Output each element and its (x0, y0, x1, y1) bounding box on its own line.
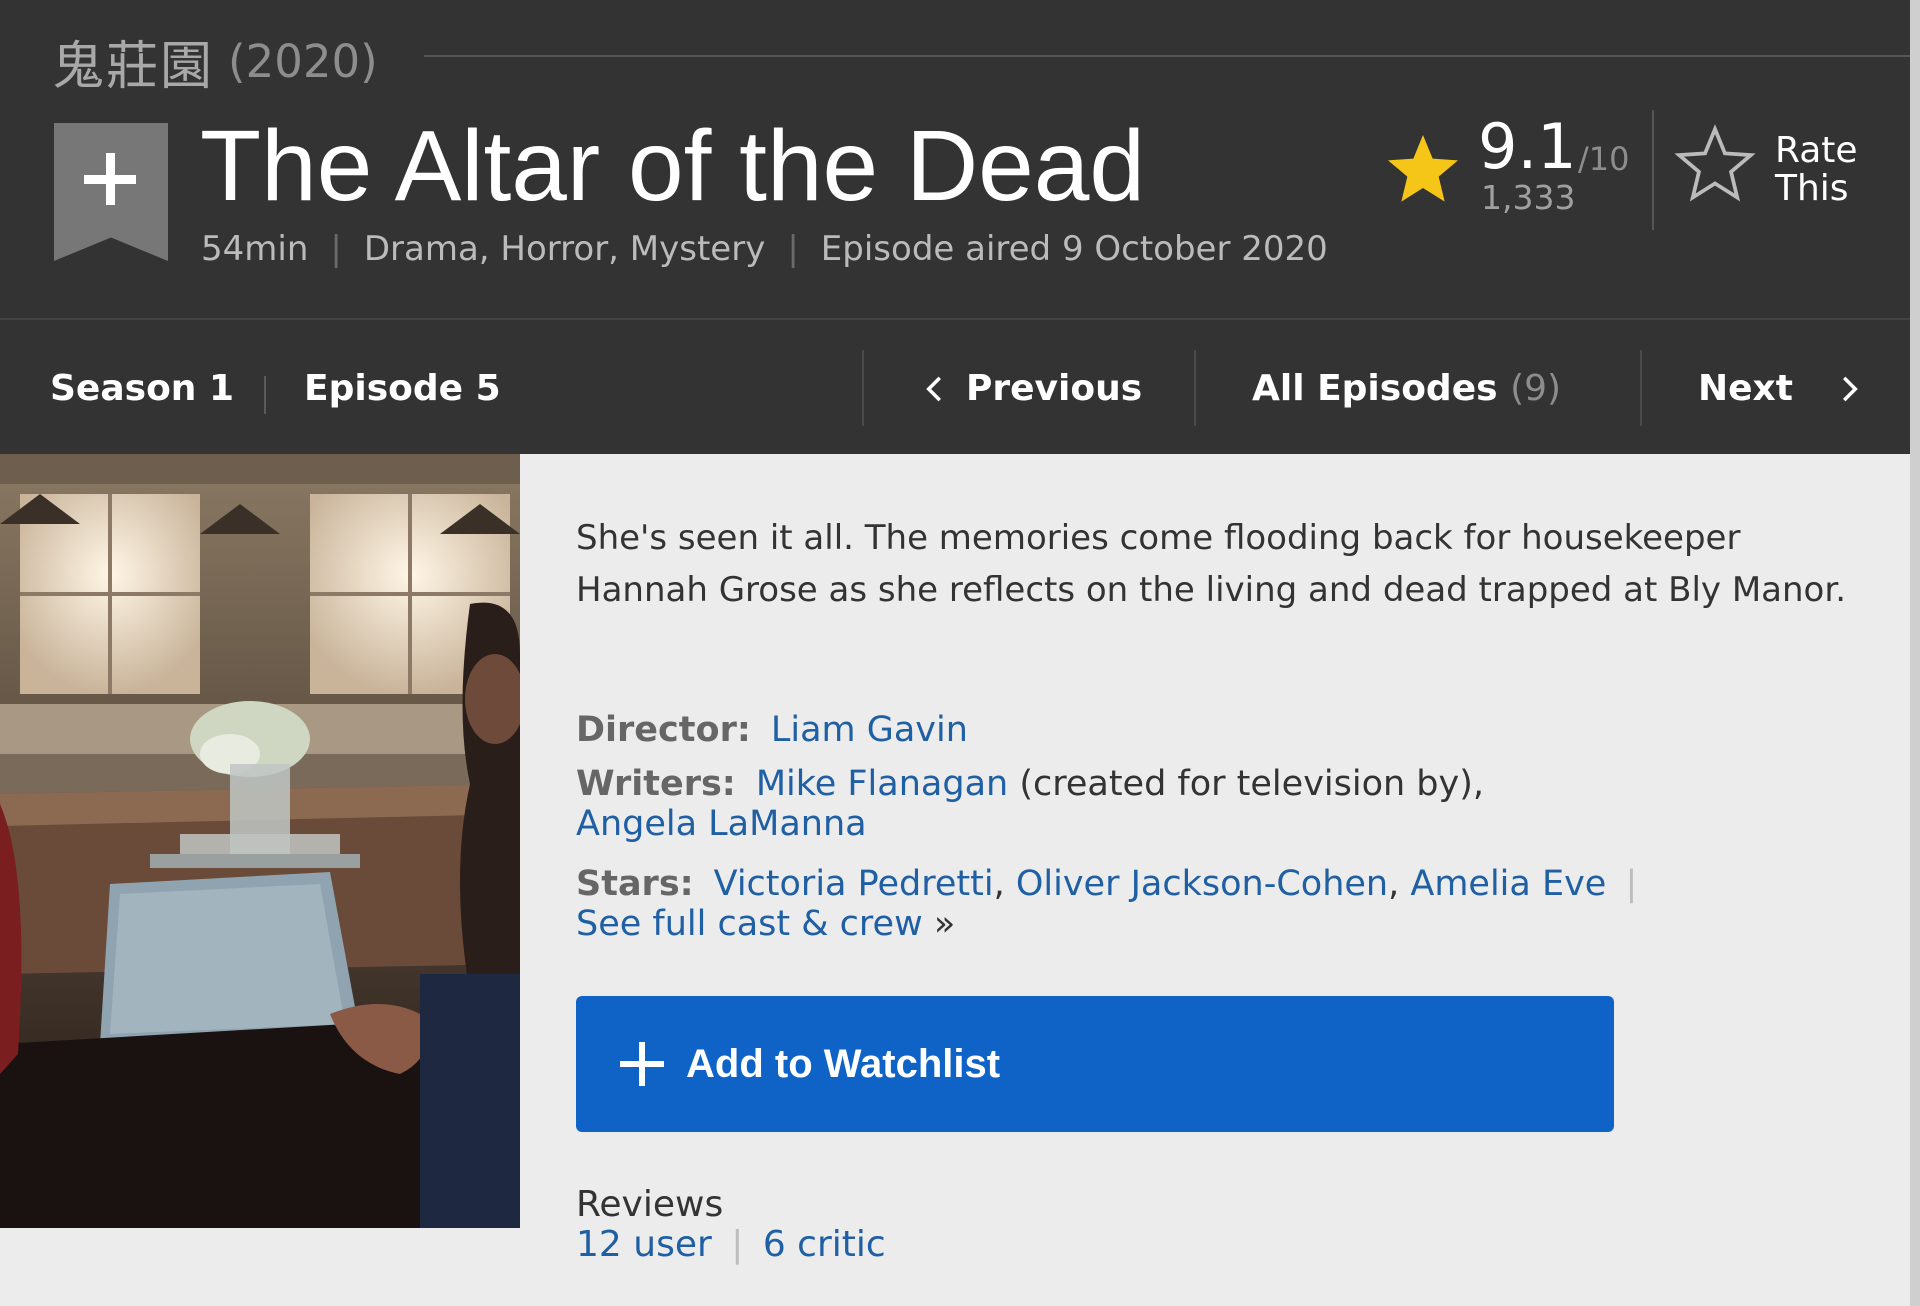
rate-this-button[interactable]: Rate This (1775, 132, 1895, 208)
subtext-separator: | (787, 229, 799, 269)
series-year: (2020) (228, 35, 378, 88)
rate-label-line1: Rate (1775, 130, 1858, 171)
nav-divider (862, 350, 864, 426)
header-divider (424, 55, 1920, 57)
rating-value: 9.1 (1478, 110, 1577, 183)
plus-icon (620, 1042, 664, 1086)
director-credit: Director: Liam Gavin (576, 710, 1876, 750)
all-episodes-label: All Episodes (1252, 368, 1498, 409)
chevron-right-icon[interactable] (1830, 370, 1868, 408)
nav-separator (264, 376, 266, 414)
series-title-row: 鬼莊園 (2020) (52, 24, 378, 99)
runtime: 54min (201, 229, 309, 269)
all-episodes-count: (9) (1510, 368, 1562, 409)
subtext-separator: | (330, 229, 342, 269)
reviews-separator: | (731, 1224, 744, 1265)
rating-best: /10 (1578, 140, 1630, 178)
previous-episode-link[interactable]: Previous (966, 368, 1142, 409)
episode-number: Episode 5 (304, 368, 501, 409)
director-link[interactable]: Liam Gavin (771, 710, 968, 750)
watchlist-button-label: Add to Watchlist (686, 1041, 1001, 1086)
chevron-left-icon[interactable] (916, 370, 954, 408)
star-link[interactable]: Victoria Pedretti (714, 864, 994, 904)
director-label: Director: (576, 710, 751, 750)
title-header: 鬼莊園 (2020) The Altar of the Dead 54min |… (0, 0, 1920, 318)
all-episodes-link[interactable]: All Episodes (9) (1252, 368, 1561, 409)
reviews-label: Reviews (576, 1184, 724, 1225)
writers-credit: Writers: Mike Flanagan (created for telev… (576, 764, 1876, 844)
watchlist-ribbon-icon[interactable] (54, 123, 168, 261)
writer-link[interactable]: Angela LaManna (576, 804, 867, 844)
writer-link[interactable]: Mike Flanagan (756, 764, 1008, 804)
star-outline-icon[interactable] (1672, 124, 1758, 206)
air-date-link[interactable]: Episode aired 9 October 2020 (821, 229, 1328, 269)
next-episode-link[interactable]: Next (1698, 368, 1793, 409)
full-cast-link[interactable]: See full cast & crew (576, 904, 923, 944)
stars-credit: Stars: Victoria Pedretti, Oliver Jackson-… (576, 864, 1876, 944)
episode-nav-bar: Season 1 Episode 5 Previous All Episodes… (0, 318, 1920, 454)
rate-label-line2: This (1775, 168, 1849, 209)
star-link[interactable]: Amelia Eve (1410, 864, 1606, 904)
episode-poster-image[interactable] (0, 454, 520, 1228)
writers-label: Writers: (576, 764, 736, 804)
season-link[interactable]: Season 1 (50, 368, 234, 409)
critic-reviews-link[interactable]: 6 critic (763, 1224, 886, 1265)
reviews-links: 12 user | 6 critic (576, 1224, 886, 1265)
stars-label: Stars: (576, 864, 694, 904)
episode-title: The Altar of the Dead (200, 110, 1146, 222)
writer-note: (created for television by), (1008, 764, 1485, 804)
episode-subtext: 54min | Drama, Horror, Mystery | Episode… (201, 229, 1328, 269)
plot-summary: She's seen it all. The memories come flo… (576, 518, 1847, 610)
star-filled-icon (1388, 135, 1458, 202)
credit-separator: | (1625, 864, 1638, 904)
nav-divider (1640, 350, 1642, 426)
poster-scene (0, 454, 520, 1228)
add-to-watchlist-button[interactable]: Add to Watchlist (576, 996, 1614, 1132)
full-cast-arrow: » (933, 904, 956, 944)
user-reviews-link[interactable]: 12 user (576, 1224, 712, 1265)
genres-link[interactable]: Drama, Horror, Mystery (364, 229, 765, 269)
star-link[interactable]: Oliver Jackson-Cohen (1016, 864, 1388, 904)
ribbon-plus-v (106, 153, 115, 205)
series-title-link[interactable]: 鬼莊園 (52, 24, 214, 99)
nav-divider (1194, 350, 1196, 426)
vertical-scrollbar[interactable] (1910, 0, 1920, 1306)
star-comma: , (1388, 864, 1400, 904)
rating-count-link[interactable]: 1,333 (1481, 178, 1575, 217)
rate-divider (1652, 110, 1654, 230)
star-comma: , (993, 864, 1005, 904)
